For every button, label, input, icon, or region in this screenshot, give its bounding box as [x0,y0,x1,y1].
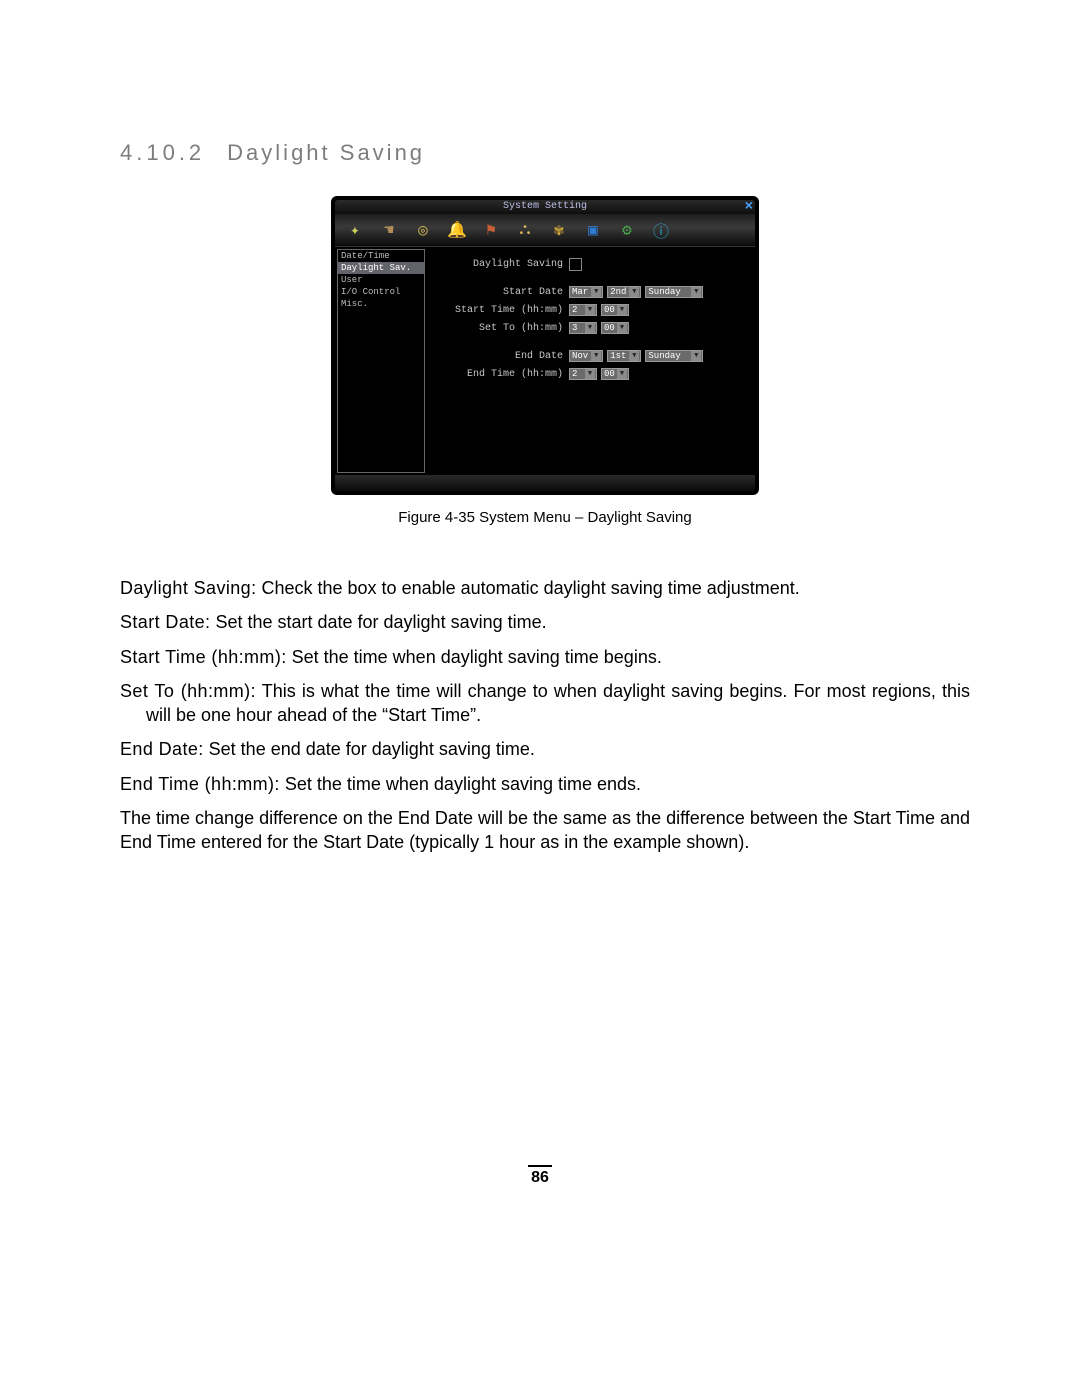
gear-icon[interactable]: ⚙ [617,220,637,240]
dropdown-end-hh[interactable]: 2▼ [569,368,597,380]
label-start-time: Start Time (hh:mm) [435,305,569,316]
dropdown-start-month[interactable]: Mar▼ [569,286,603,298]
sidebar: Date/Time Daylight Sav. User I/O Control… [337,249,425,473]
section-number: 4.10.2 [120,140,205,165]
monitor-icon[interactable]: ▣ [583,220,603,240]
info-icon[interactable]: ⓘ [651,220,671,240]
desc-start-date: Start Date: Set the start date for dayli… [120,610,970,634]
chevron-down-icon: ▼ [617,323,627,333]
window-title: System Setting [503,201,587,212]
window-titlebar: System Setting × [335,200,755,214]
close-icon[interactable]: × [745,200,753,214]
chevron-down-icon: ▼ [585,323,595,333]
desc-start-time: Start Time (hh:mm): Set the time when da… [120,645,970,669]
sidebar-item-io-control[interactable]: I/O Control [338,286,424,298]
flag-icon[interactable]: ⚑ [481,220,501,240]
label-start-date: Start Date [435,287,569,298]
dropdown-end-month[interactable]: Nov▼ [569,350,603,362]
toolbar: ✦ ☚ ◎ 🔔 ⚑ ⛬ ✾ ▣ ⚙ ⓘ [335,214,755,246]
sidebar-item-datetime[interactable]: Date/Time [338,250,424,262]
dropdown-setto-mm[interactable]: 00▼ [601,322,629,334]
settings-panel: Daylight Saving Start Date Mar▼ 2nd▼ Sun… [427,247,755,475]
checkbox-dst[interactable] [569,258,582,271]
dropdown-start-week[interactable]: 2nd▼ [607,286,641,298]
label-dst: Daylight Saving [435,259,569,270]
dropdown-start-mm[interactable]: 00▼ [601,304,629,316]
label-end-date: End Date [435,351,569,362]
sidebar-item-misc[interactable]: Misc. [338,298,424,310]
section-title: Daylight Saving [227,140,425,165]
label-end-time: End Time (hh:mm) [435,369,569,380]
chevron-down-icon: ▼ [591,351,601,361]
sidebar-item-daylight[interactable]: Daylight Sav. [338,262,424,274]
system-setting-window: System Setting × ✦ ☚ ◎ 🔔 ⚑ ⛬ ✾ ▣ ⚙ ⓘ Dat… [331,196,759,495]
desc-set-to: Set To (hh:mm): This is what the time wi… [120,679,970,728]
page-footer: 86 [0,1165,1080,1187]
network-icon[interactable]: ⛬ [515,220,535,240]
chevron-down-icon: ▼ [691,287,701,297]
page-number: 86 [531,1169,549,1186]
dropdown-setto-hh[interactable]: 3▼ [569,322,597,334]
window-footer [335,475,755,491]
dropdown-end-mm[interactable]: 00▼ [601,368,629,380]
desc-end-date: End Date: Set the end date for daylight … [120,737,970,761]
chevron-down-icon: ▼ [617,305,627,315]
desc-daylight-saving: Daylight Saving: Check the box to enable… [120,576,970,600]
reel-icon[interactable]: ◎ [413,220,433,240]
sparkle-icon[interactable]: ✦ [345,220,365,240]
dropdown-end-week[interactable]: 1st▼ [607,350,641,362]
chevron-down-icon: ▼ [617,369,627,379]
figure-caption: Figure 4-35 System Menu – Daylight Savin… [120,509,970,526]
dropdown-start-hh[interactable]: 2▼ [569,304,597,316]
chevron-down-icon: ▼ [591,287,601,297]
chevron-down-icon: ▼ [629,351,639,361]
label-set-to: Set To (hh:mm) [435,323,569,334]
hand-icon[interactable]: ☚ [379,220,399,240]
desc-end-time: End Time (hh:mm): Set the time when dayl… [120,772,970,796]
chevron-down-icon: ▼ [691,351,701,361]
section-heading: 4.10.2 Daylight Saving [120,140,970,166]
bee-icon[interactable]: ✾ [549,220,569,240]
chevron-down-icon: ▼ [585,369,595,379]
bell-icon[interactable]: 🔔 [447,220,467,240]
desc-note: The time change difference on the End Da… [120,806,970,855]
chevron-down-icon: ▼ [629,287,639,297]
dropdown-start-day[interactable]: Sunday▼ [645,286,703,298]
sidebar-item-user[interactable]: User [338,274,424,286]
dropdown-end-day[interactable]: Sunday▼ [645,350,703,362]
chevron-down-icon: ▼ [585,305,595,315]
